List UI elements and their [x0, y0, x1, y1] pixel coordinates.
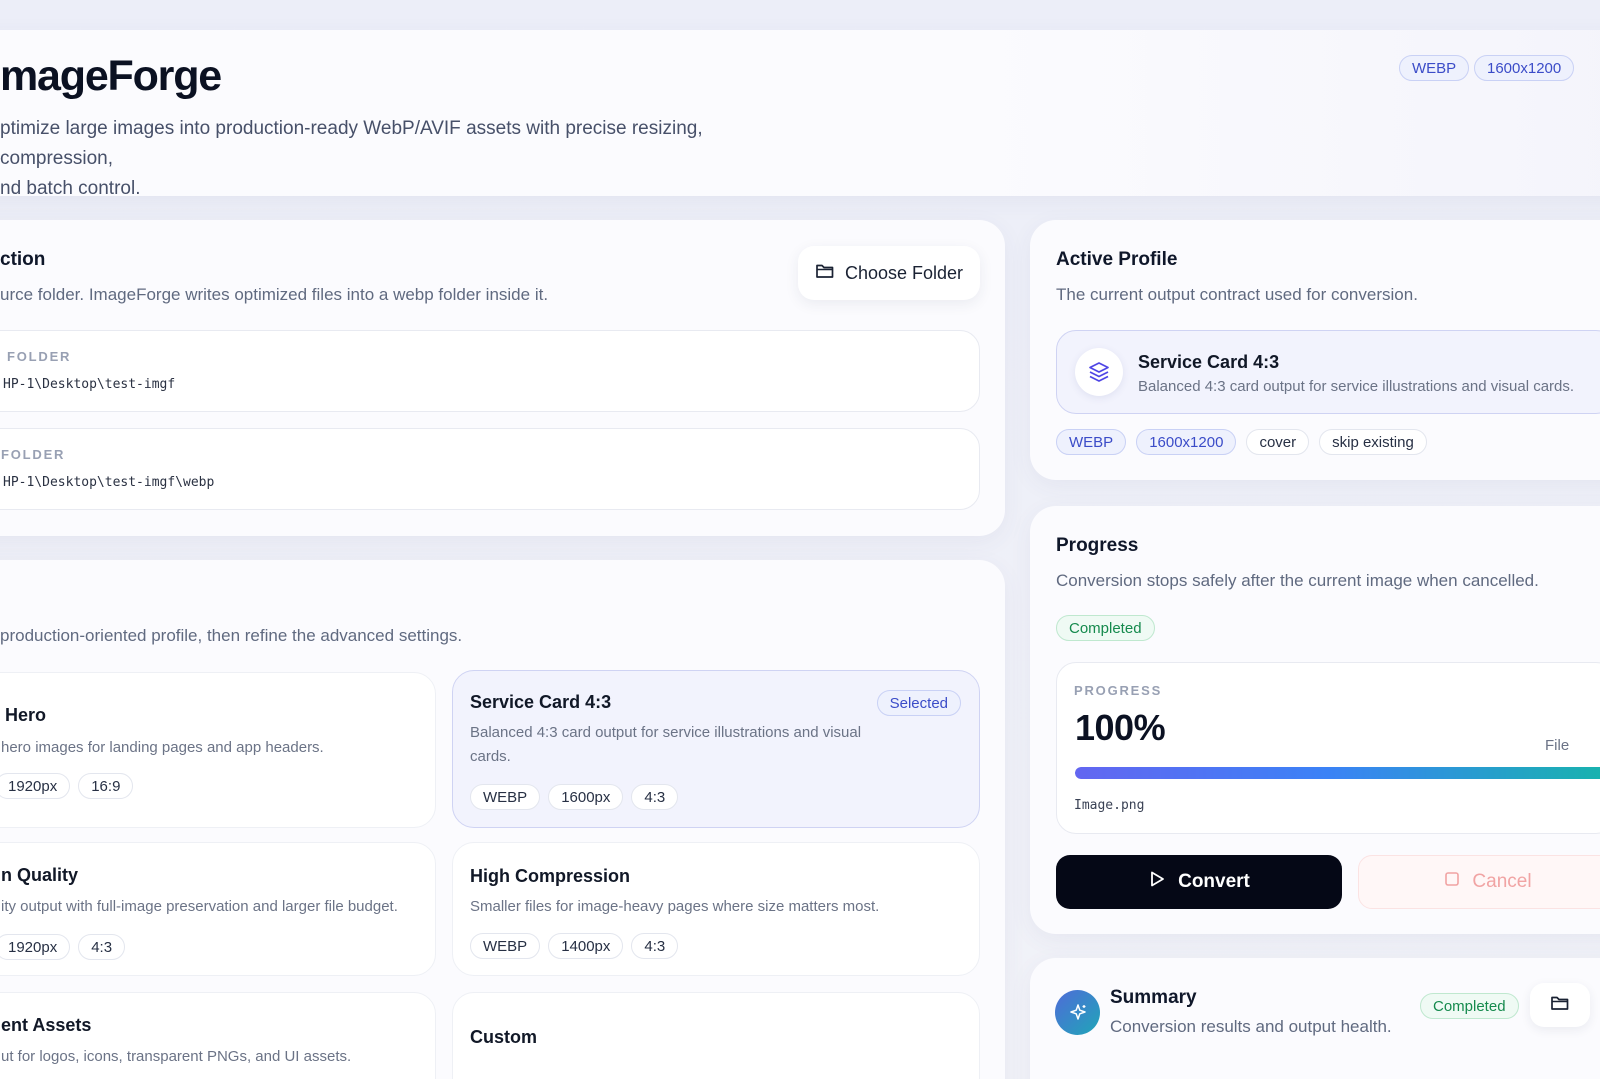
profile-tags: 1920px 4:3 — [0, 934, 126, 960]
summary-description: Conversion results and output health. — [1110, 1017, 1392, 1036]
output-folder-label: FOLDER — [1, 447, 66, 462]
size-tag: 1600x1200 — [1474, 55, 1575, 81]
profile-tags: WEBP 1600px 4:3 — [470, 784, 679, 810]
profile-description: Balanced 4:3 card output for service ill… — [470, 724, 862, 765]
profile-tag: 4:3 — [78, 934, 126, 960]
active-tag: WEBP — [1056, 429, 1127, 455]
profile-description: Smaller files for image-heavy pages wher… — [470, 898, 880, 915]
profile-card-hero[interactable]: Hero hero images for landing pages and a… — [0, 672, 436, 828]
choose-folder-label: Choose Folder — [844, 262, 964, 283]
profile-tag: WEBP — [470, 784, 541, 810]
progress-bar — [1075, 767, 1600, 779]
cancel-label: Cancel — [1472, 871, 1532, 892]
profile-card-service-card[interactable]: Service Card 4:3 Selected Balanced 4:3 c… — [452, 670, 980, 828]
open-folder-button[interactable] — [1530, 983, 1590, 1027]
output-folder-path: HP-1\Desktop\test-imgf\webp — [3, 475, 215, 490]
folder-icon — [815, 262, 835, 285]
source-folder-label: FOLDER — [7, 349, 72, 364]
source-folder-field[interactable]: FOLDER HP-1\Desktop\test-imgf — [0, 330, 980, 412]
current-file: Image.png — [1074, 798, 1145, 813]
app-subtitle: ptimize large images into production-rea… — [0, 114, 800, 204]
summary-title: Summary — [1110, 987, 1197, 1008]
profile-title: Service Card 4:3 — [470, 692, 612, 712]
progress-description: Conversion stops safely after the curren… — [1056, 571, 1539, 590]
progress-percent: 100% — [1075, 707, 1166, 748]
progress-bar-fill — [1075, 767, 1600, 779]
active-profile-box: Service Card 4:3 Balanced 4:3 card outpu… — [1056, 330, 1600, 414]
profile-title: ent Assets — [1, 1015, 92, 1035]
folder-icon — [1550, 994, 1570, 1017]
profile-tag: 1600px — [548, 784, 624, 810]
app-title: mageForge — [0, 52, 222, 100]
choose-folder-button[interactable]: Choose Folder — [798, 246, 980, 300]
summary-status-badge: Completed — [1420, 993, 1519, 1019]
active-profile-description: The current output contract used for con… — [1056, 285, 1418, 304]
profile-card-assets[interactable]: ent Assets ut for logos, icons, transpar… — [0, 992, 436, 1079]
profile-title: n Quality — [1, 865, 79, 885]
selection-description: urce folder. ImageForge writes optimized… — [0, 285, 549, 304]
profile-tag: 16:9 — [78, 773, 134, 799]
profile-card-high-compression[interactable]: High Compression Smaller files for image… — [452, 842, 980, 976]
progress-label: PROGRESS — [1074, 683, 1163, 698]
selected-badge: Selected — [876, 690, 961, 716]
active-tag: 1600x1200 — [1136, 429, 1237, 455]
convert-button[interactable]: Convert — [1056, 855, 1342, 909]
profile-description: ity output with full-image preservation … — [1, 898, 398, 915]
profile-title: Custom — [470, 1027, 537, 1047]
play-icon — [1148, 870, 1166, 894]
profile-description: ut for logos, icons, transparent PNGs, a… — [1, 1048, 352, 1065]
progress-status-badge: Completed — [1056, 615, 1155, 641]
source-folder-path: HP-1\Desktop\test-imgf — [3, 377, 176, 392]
profile-tag: 4:3 — [631, 784, 679, 810]
active-tag: skip existing — [1319, 429, 1427, 455]
profile-tags: WEBP 1400px 4:3 — [470, 933, 679, 959]
output-folder-field[interactable]: FOLDER HP-1\Desktop\test-imgf\webp — [0, 428, 980, 510]
profile-tag: 1920px — [0, 773, 71, 799]
files-label: File — [1545, 737, 1570, 754]
active-profile-detail: Balanced 4:3 card output for service ill… — [1138, 378, 1575, 395]
stop-icon — [1444, 871, 1460, 893]
layers-icon — [1075, 348, 1123, 396]
selection-title: ction — [0, 249, 46, 270]
profile-tag: 4:3 — [631, 933, 679, 959]
profile-tag: 1920px — [0, 934, 71, 960]
active-profile-name: Service Card 4:3 — [1138, 352, 1280, 372]
sparkle-icon — [1055, 990, 1100, 1035]
profile-card-quality[interactable]: n Quality ity output with full-image pre… — [0, 842, 436, 976]
profile-description: hero images for landing pages and app he… — [1, 739, 324, 756]
profile-tag: 1400px — [548, 933, 624, 959]
profile-card-custom[interactable]: Custom — [452, 992, 980, 1079]
format-tag: WEBP — [1399, 55, 1470, 81]
cancel-button[interactable]: Cancel — [1358, 855, 1600, 909]
progress-box: PROGRESS 100% File Image.png — [1056, 662, 1600, 834]
profiles-description: production-oriented profile, then refine… — [0, 626, 463, 645]
profile-title: Hero — [5, 705, 47, 725]
active-tag: cover — [1246, 429, 1310, 455]
app-subtitle-line-1: ptimize large images into production-rea… — [0, 118, 703, 169]
profile-tags: 1920px 16:9 — [0, 773, 134, 799]
app-subtitle-line-2: nd batch control. — [0, 178, 141, 199]
profile-title: High Compression — [470, 866, 631, 886]
profile-tag: WEBP — [470, 933, 541, 959]
active-profile-tags: WEBP 1600x1200 cover skip existing — [1056, 429, 1427, 455]
convert-label: Convert — [1178, 871, 1250, 892]
progress-title: Progress — [1056, 535, 1139, 556]
active-profile-title: Active Profile — [1056, 249, 1178, 270]
